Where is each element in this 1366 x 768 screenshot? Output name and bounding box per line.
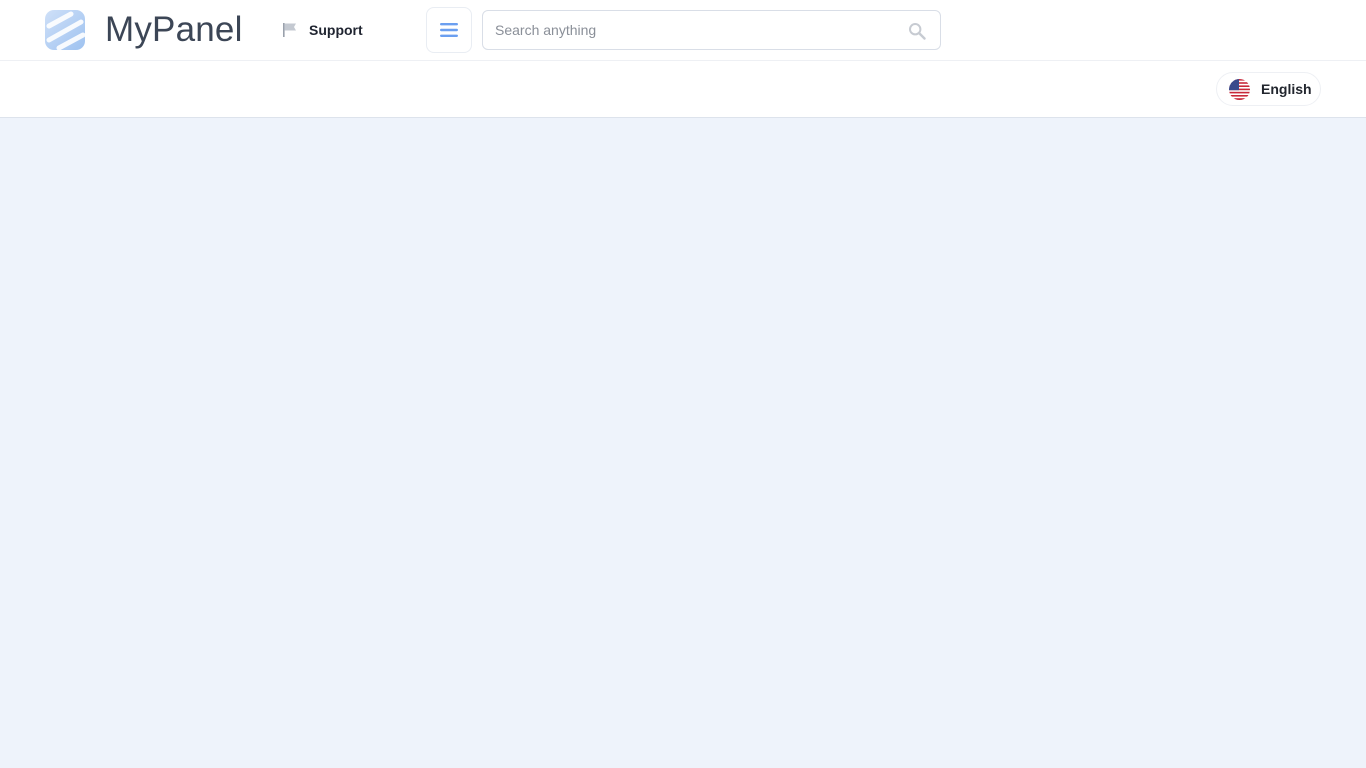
brand-logo-icon	[45, 10, 85, 50]
search-icon	[909, 23, 926, 40]
hamburger-menu-icon	[440, 23, 458, 37]
brand-name: MyPanel	[105, 10, 243, 49]
secondary-toolbar: English	[0, 61, 1366, 118]
language-label: English	[1261, 81, 1312, 97]
support-label: Support	[309, 22, 363, 38]
top-navbar: MyPanel Support	[0, 0, 1366, 61]
us-flag-icon	[1229, 78, 1250, 100]
search-button[interactable]	[908, 22, 926, 40]
menu-toggle-button[interactable]	[426, 7, 472, 53]
search-input[interactable]	[483, 11, 893, 49]
flag-icon	[283, 23, 296, 37]
main-content-area	[0, 118, 1366, 768]
support-link[interactable]: Support	[282, 20, 363, 40]
language-selector[interactable]: English	[1216, 72, 1321, 106]
search-box	[482, 10, 941, 50]
brand-link[interactable]: MyPanel	[45, 10, 243, 50]
